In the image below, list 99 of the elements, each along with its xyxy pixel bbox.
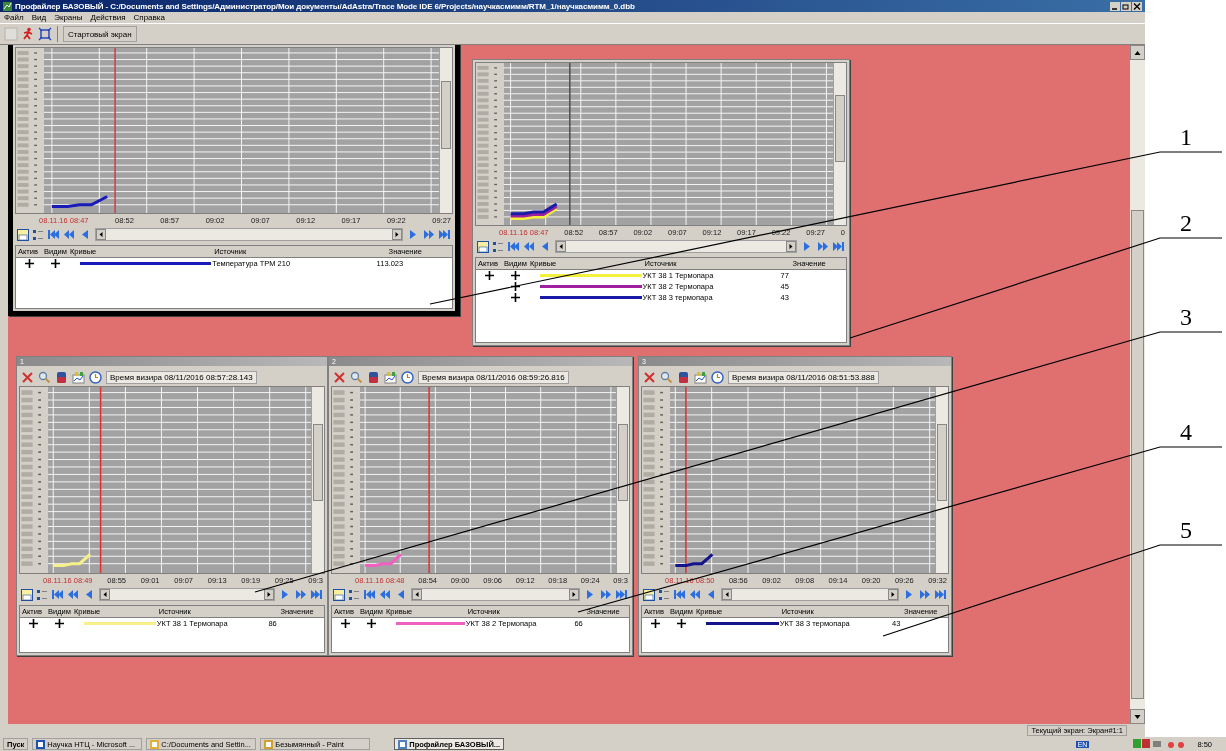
menu-item[interactable]: Экраны: [54, 13, 83, 22]
plus-icon[interactable]: [650, 619, 660, 628]
scroll-right-icon[interactable]: [393, 230, 401, 239]
menu-item[interactable]: Вид: [31, 13, 47, 22]
horizontal-scrollbar[interactable]: [721, 588, 899, 601]
plus-icon[interactable]: [484, 271, 494, 280]
fast-back-icon[interactable]: [689, 589, 702, 600]
callout-number: 1: [1180, 124, 1192, 150]
restore-icon[interactable]: [1121, 1, 1131, 11]
plus-icon[interactable]: [676, 619, 686, 628]
skip-forward-icon[interactable]: [615, 589, 628, 600]
cursor-time-field: Время визира 08/11/2016 08:57:28.143: [106, 370, 257, 384]
database-icon[interactable]: [677, 370, 690, 384]
legend-toggle-icon[interactable]: [658, 588, 670, 601]
plus-icon[interactable]: [510, 293, 520, 302]
close-icon[interactable]: [1132, 1, 1142, 11]
legend-toggle-icon[interactable]: [492, 240, 504, 253]
skip-back-icon[interactable]: [51, 589, 64, 600]
horizontal-scrollbar[interactable]: [555, 240, 797, 253]
save-icon[interactable]: [477, 240, 489, 253]
scroll-right-icon[interactable]: [889, 590, 897, 599]
callout-number: 4: [1180, 419, 1192, 445]
scroll-right-icon[interactable]: [787, 242, 795, 251]
scroll-right-icon[interactable]: [265, 590, 273, 599]
scroll-left-icon[interactable]: [101, 590, 109, 599]
app-icon: [264, 739, 274, 749]
cross-icon[interactable]: [333, 370, 346, 384]
scroll-up-icon[interactable]: [1133, 48, 1142, 57]
skip-back-icon[interactable]: [673, 589, 686, 600]
vertical-scrollbar[interactable]: [616, 387, 629, 573]
vertical-scrollbar[interactable]: [311, 387, 324, 573]
chart-settings-icon[interactable]: [72, 370, 85, 384]
plus-icon[interactable]: [24, 259, 34, 268]
fast-forward-icon[interactable]: [816, 241, 829, 252]
minimize-icon[interactable]: [1110, 1, 1120, 11]
scroll-left-icon[interactable]: [557, 242, 565, 251]
database-icon[interactable]: [367, 370, 380, 384]
fast-back-icon[interactable]: [67, 589, 80, 600]
running-figure-icon[interactable]: [21, 27, 35, 41]
plus-icon[interactable]: [28, 619, 38, 628]
save-icon[interactable]: [21, 588, 33, 601]
horizontal-scrollbar[interactable]: [99, 588, 275, 601]
vertical-scrollbar[interactable]: [833, 63, 846, 225]
plus-icon[interactable]: [54, 619, 64, 628]
window-title: Профайлер БАЗОВЫЙ - C:/Documents and Settings/Администратор/Мои документы/AdAstra/Trace Mode IDE 6/Projects/научкасмимм/RTM_1/научкасмимм_0.dbb: [15, 1, 635, 11]
app-icon: [150, 739, 160, 749]
callout-number: 5: [1180, 517, 1192, 543]
plus-icon[interactable]: [366, 619, 376, 628]
menu-item[interactable]: Справка: [133, 13, 165, 22]
save-icon[interactable]: [17, 228, 29, 241]
legend-toggle-icon[interactable]: [32, 228, 44, 241]
legend-toggle-icon[interactable]: [36, 588, 48, 601]
skip-back-icon[interactable]: [507, 241, 520, 252]
callout-number: 2: [1180, 210, 1192, 236]
fast-forward-icon[interactable]: [294, 589, 307, 600]
fast-forward-icon[interactable]: [422, 229, 435, 240]
scroll-left-icon[interactable]: [97, 230, 105, 239]
horizontal-scrollbar[interactable]: [95, 228, 403, 241]
scroll-left-icon[interactable]: [413, 590, 421, 599]
horizontal-scrollbar[interactable]: [411, 588, 580, 601]
plus-icon[interactable]: [340, 619, 350, 628]
fast-back-icon[interactable]: [379, 589, 392, 600]
app-icon: [3, 1, 12, 11]
magnifier-icon[interactable]: [660, 370, 673, 384]
cross-icon[interactable]: [643, 370, 656, 384]
magnifier-icon[interactable]: [38, 370, 51, 384]
app-icon: [398, 739, 408, 749]
chart-settings-icon[interactable]: [694, 370, 707, 384]
save-icon[interactable]: [643, 588, 655, 601]
fast-back-icon[interactable]: [523, 241, 536, 252]
scroll-right-icon[interactable]: [570, 590, 578, 599]
magnifier-icon[interactable]: [350, 370, 363, 384]
scroll-down-icon[interactable]: [1133, 712, 1142, 721]
cross-icon[interactable]: [21, 370, 34, 384]
fast-back-icon[interactable]: [63, 229, 76, 240]
callout-number: 3: [1180, 304, 1192, 330]
clock-icon[interactable]: [711, 370, 724, 384]
clock-icon[interactable]: [401, 370, 414, 384]
save-icon[interactable]: [333, 588, 345, 601]
vertical-scrollbar[interactable]: [935, 387, 948, 573]
frame-icon[interactable]: [38, 27, 52, 41]
skip-back-icon[interactable]: [363, 589, 376, 600]
vertical-scrollbar[interactable]: [439, 48, 452, 213]
plus-icon[interactable]: [50, 259, 60, 268]
menu-item[interactable]: Файл: [4, 13, 24, 22]
fast-forward-icon[interactable]: [918, 589, 931, 600]
cursor-time-field: Время визира 08/11/2016 08:51:53.888: [728, 370, 879, 384]
vertical-scrollbar[interactable]: [1130, 45, 1145, 724]
skip-back-icon[interactable]: [47, 229, 60, 240]
menu-item[interactable]: Действия: [90, 13, 126, 22]
app-icon: [36, 739, 46, 749]
database-icon[interactable]: [55, 370, 68, 384]
plus-icon[interactable]: [510, 271, 520, 280]
scroll-left-icon[interactable]: [723, 590, 731, 599]
clock-icon[interactable]: [89, 370, 102, 384]
legend-toggle-icon[interactable]: [348, 588, 360, 601]
start-screen-button[interactable]: Стартовый экран: [63, 26, 137, 42]
cursor-time-field: Время визира 08/11/2016 08:59:26.816: [418, 370, 569, 384]
chart-settings-icon[interactable]: [384, 370, 397, 384]
